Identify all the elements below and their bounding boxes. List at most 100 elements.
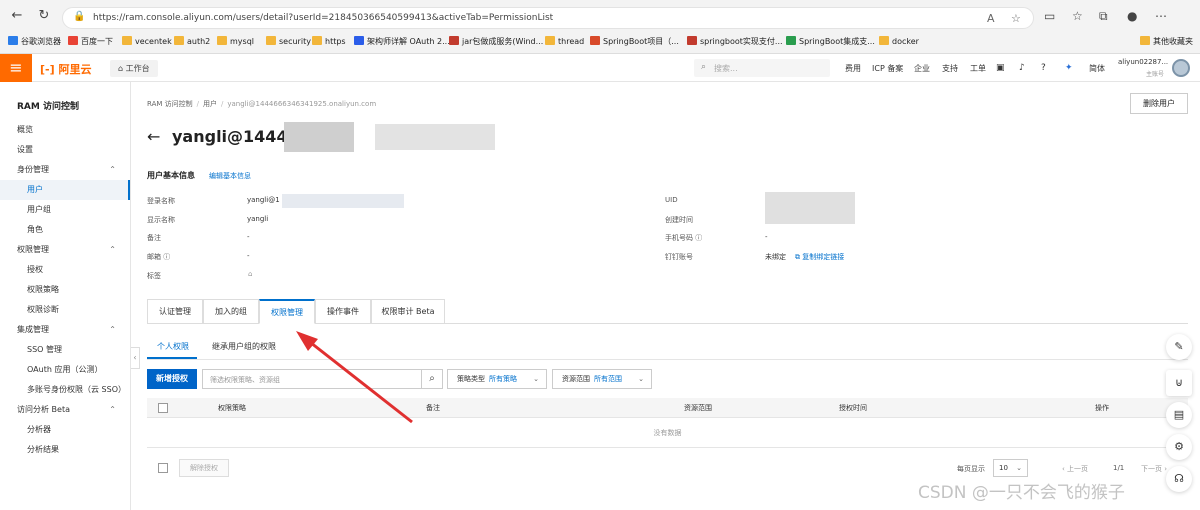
tab-permissions[interactable]: 权限管理 (259, 299, 315, 324)
menu-icon[interactable]: ≡ (0, 54, 32, 82)
aliyun-logo[interactable]: [-] 阿里云 (40, 61, 91, 77)
bookmark-item[interactable]: vecentek (122, 35, 172, 49)
bookmark-item[interactable]: security (266, 35, 311, 49)
favorites-icon[interactable]: ☆ (1072, 9, 1083, 23)
footer-checkbox[interactable] (158, 463, 168, 473)
bookmark-item[interactable]: SpringBoot项目（... (590, 35, 679, 49)
nav-ticket[interactable]: 工单 (970, 63, 986, 74)
search-icon[interactable]: ⌕ (422, 369, 443, 389)
settings-float-icon[interactable]: ⚙ (1166, 434, 1192, 460)
sidebar-item[interactable]: 用户组 (0, 200, 130, 220)
sidebar-item[interactable]: 身份管理 ⌃ (0, 160, 130, 180)
sidebar-item[interactable]: 分析器 (0, 420, 130, 440)
sidebar-item[interactable]: 角色 (0, 220, 130, 240)
bookmark-item[interactable]: jar包做成服务(Wind... (449, 35, 543, 49)
bookmark-label: SpringBoot项目（... (603, 37, 679, 46)
read-aloud-icon[interactable]: A (987, 12, 995, 25)
subtab-personal[interactable]: 个人权限 (157, 341, 189, 352)
chevron-up-icon: ⌃ (109, 165, 116, 174)
language-switch[interactable]: 简体 (1089, 63, 1105, 74)
nav-fees[interactable]: 费用 (845, 63, 861, 74)
tab-authentication[interactable]: 认证管理 (147, 299, 203, 324)
cart-float-icon[interactable]: ⊍ (1166, 370, 1192, 396)
sidebar-item[interactable]: 集成管理 ⌃ (0, 320, 130, 340)
reload-icon[interactable]: ↻ (35, 7, 53, 25)
ai-assistant-icon[interactable]: ✦ (1065, 63, 1073, 73)
bookmark-item[interactable]: SpringBoot集成支... (786, 35, 875, 49)
nav-enterprise[interactable]: 企业 (914, 63, 930, 74)
breadcrumb-users[interactable]: 用户 (203, 100, 217, 108)
delete-user-button[interactable]: 删除用户 (1130, 93, 1188, 114)
filter-input[interactable]: 筛选权限策略、资源组 (202, 369, 422, 389)
redaction-mosaic (765, 192, 855, 224)
chevron-down-icon: ⌄ (638, 375, 644, 383)
bell-icon[interactable]: ♪ (1019, 63, 1025, 73)
email-label-text: 邮箱 (147, 253, 161, 261)
policy-type-select[interactable]: 策略类型 所有策略 ⌄ (447, 369, 547, 389)
bookmark-item[interactable]: springboot实现支付... (687, 35, 783, 49)
prev-page-button[interactable]: ‹ 上一页 (1062, 464, 1088, 474)
help-icon[interactable]: ? (1041, 63, 1046, 73)
nav-icp[interactable]: ICP 备案 (872, 63, 903, 74)
back-arrow-icon[interactable]: ← (147, 127, 160, 146)
bookmark-label: vecentek (135, 37, 172, 46)
scope-label: 资源范围 (562, 375, 590, 383)
sidebar-item[interactable]: 授权 (0, 260, 130, 280)
sidebar-item[interactable]: 设置 (0, 140, 130, 160)
bookmark-icon (786, 36, 796, 45)
message-icon[interactable]: ▣ (996, 63, 1005, 73)
headset-float-icon[interactable]: ☊ (1166, 466, 1192, 492)
next-page-button[interactable]: 下一页 › (1141, 464, 1167, 474)
doc-float-icon[interactable]: ▤ (1166, 402, 1192, 428)
sidebar-item[interactable]: 多账号身份权限（云 SSO） (0, 380, 130, 400)
bookmark-item[interactable]: thread (545, 35, 584, 49)
workspace-button[interactable]: ⌂ 工作台 (110, 60, 158, 77)
avatar[interactable] (1172, 59, 1190, 77)
sidebar-item[interactable]: 权限管理 ⌃ (0, 240, 130, 260)
bookmark-item[interactable]: docker (879, 35, 919, 49)
subtab-inherited[interactable]: 继承用户组的权限 (212, 341, 276, 352)
account-name[interactable]: aliyun02287... (1118, 58, 1168, 66)
extension-icon[interactable]: ● (1127, 9, 1137, 23)
tab-groups[interactable]: 加入的组 (203, 299, 259, 324)
more-icon[interactable]: ⋯ (1155, 9, 1167, 23)
sidebar-item[interactable]: 概览 (0, 120, 130, 140)
sidebar-item[interactable]: SSO 管理 (0, 340, 130, 360)
bookmark-item[interactable]: https (312, 35, 346, 49)
sidebar-item[interactable]: 分析结果 (0, 440, 130, 460)
bookmark-item[interactable]: auth2 (174, 35, 210, 49)
bookmark-item[interactable]: 谷歌浏览器 (8, 35, 61, 49)
detach-policy-button[interactable]: 解除授权 (179, 459, 229, 477)
scope-select[interactable]: 资源范围 所有范围 ⌄ (552, 369, 652, 389)
tab-events[interactable]: 操作事件 (315, 299, 371, 324)
bookmark-item[interactable]: mysql (217, 35, 254, 49)
favorite-star-icon[interactable]: ☆ (1011, 12, 1021, 25)
split-screen-icon[interactable]: ▭ (1044, 9, 1055, 23)
edit-basic-info-link[interactable]: 编辑基本信息 (209, 171, 251, 181)
address-bar[interactable]: 🔒 https://ram.console.aliyun.com/users/d… (62, 7, 1034, 29)
sidebar-item[interactable]: 用户 (0, 180, 130, 200)
info-icon[interactable]: ⓘ (695, 234, 702, 242)
select-all-checkbox[interactable] (158, 403, 168, 413)
other-bookmarks[interactable]: 其他收藏夹 (1140, 35, 1193, 49)
sidebar-item[interactable]: 访问分析 Beta ⌃ (0, 400, 130, 420)
page-size-select[interactable]: 10 ⌄ (993, 459, 1028, 477)
info-icon[interactable]: ⓘ (163, 253, 170, 261)
sidebar-item[interactable]: OAuth 应用（公测） (0, 360, 130, 380)
breadcrumb-ram[interactable]: RAM 访问控制 (147, 100, 193, 108)
tab-permission-audit[interactable]: 权限审计 Beta (371, 299, 445, 324)
new-grant-button[interactable]: 新增授权 (147, 369, 197, 389)
back-icon[interactable]: ← (8, 7, 26, 25)
bookmark-item[interactable]: 架构师详解 OAuth 2... (354, 35, 450, 49)
policy-type-value: 所有策略 (489, 375, 517, 383)
bookmark-item[interactable]: 百度一下 (68, 35, 113, 49)
edit-float-icon[interactable]: ✎ (1166, 334, 1192, 360)
sidebar-item[interactable]: 权限诊断 (0, 300, 130, 320)
copy-bind-link[interactable]: ⧉ 复制绑定链接 (795, 252, 844, 262)
nav-support[interactable]: 支持 (942, 63, 958, 74)
tag-icon[interactable]: ⌂ (248, 270, 252, 278)
collections-icon[interactable]: ⧉ (1099, 9, 1108, 24)
sidebar-item-label: 权限管理 (17, 245, 49, 254)
console-search[interactable]: ⌕ 搜索... (694, 59, 830, 77)
sidebar-item[interactable]: 权限策略 (0, 280, 130, 300)
